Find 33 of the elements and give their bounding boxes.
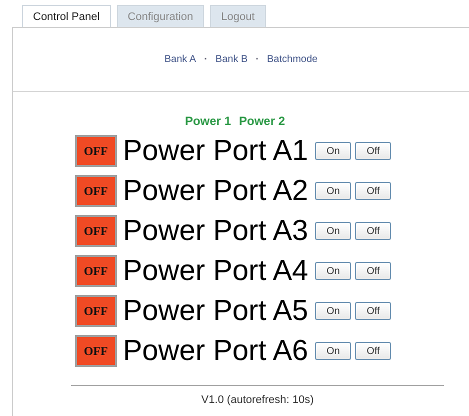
- port-name: Power Port A4: [122, 254, 308, 288]
- nav-link[interactable]: Bank B: [215, 54, 248, 65]
- status-badge: OFF: [74, 175, 117, 207]
- on-button[interactable]: On: [315, 302, 352, 320]
- on-button[interactable]: On: [315, 262, 352, 280]
- nav-link[interactable]: Bank A: [164, 54, 196, 65]
- nav-link[interactable]: Batchmode: [267, 54, 318, 65]
- tab[interactable]: Control Panel: [22, 5, 111, 27]
- status-badge: OFF: [74, 255, 117, 287]
- status-badge: OFF: [74, 215, 117, 247]
- on-button[interactable]: On: [315, 142, 352, 160]
- off-button[interactable]: Off: [355, 222, 392, 240]
- port-name: Power Port A6: [122, 334, 308, 368]
- port-name: Power Port A3: [122, 214, 308, 248]
- port-name: Power Port A5: [122, 294, 308, 328]
- separator-dot: ·: [203, 54, 208, 65]
- version-text: V1.0 (autorefresh: 10s): [201, 394, 314, 406]
- off-button[interactable]: Off: [355, 182, 392, 200]
- on-button[interactable]: On: [315, 222, 352, 240]
- port-name: Power Port A1: [122, 134, 308, 168]
- off-button[interactable]: Off: [355, 342, 392, 360]
- status-badge: OFF: [74, 135, 117, 167]
- power-header: Power 1: [184, 114, 231, 128]
- on-button[interactable]: On: [315, 342, 352, 360]
- off-button[interactable]: Off: [355, 142, 392, 160]
- separator-dot: ·: [254, 54, 260, 65]
- status-badge: OFF: [74, 295, 117, 327]
- on-button[interactable]: On: [315, 182, 352, 200]
- power-header: Power 2: [239, 114, 286, 128]
- port-name: Power Port A2: [122, 174, 308, 208]
- off-button[interactable]: Off: [355, 302, 392, 320]
- status-badge: OFF: [74, 335, 117, 367]
- off-button[interactable]: Off: [355, 262, 392, 280]
